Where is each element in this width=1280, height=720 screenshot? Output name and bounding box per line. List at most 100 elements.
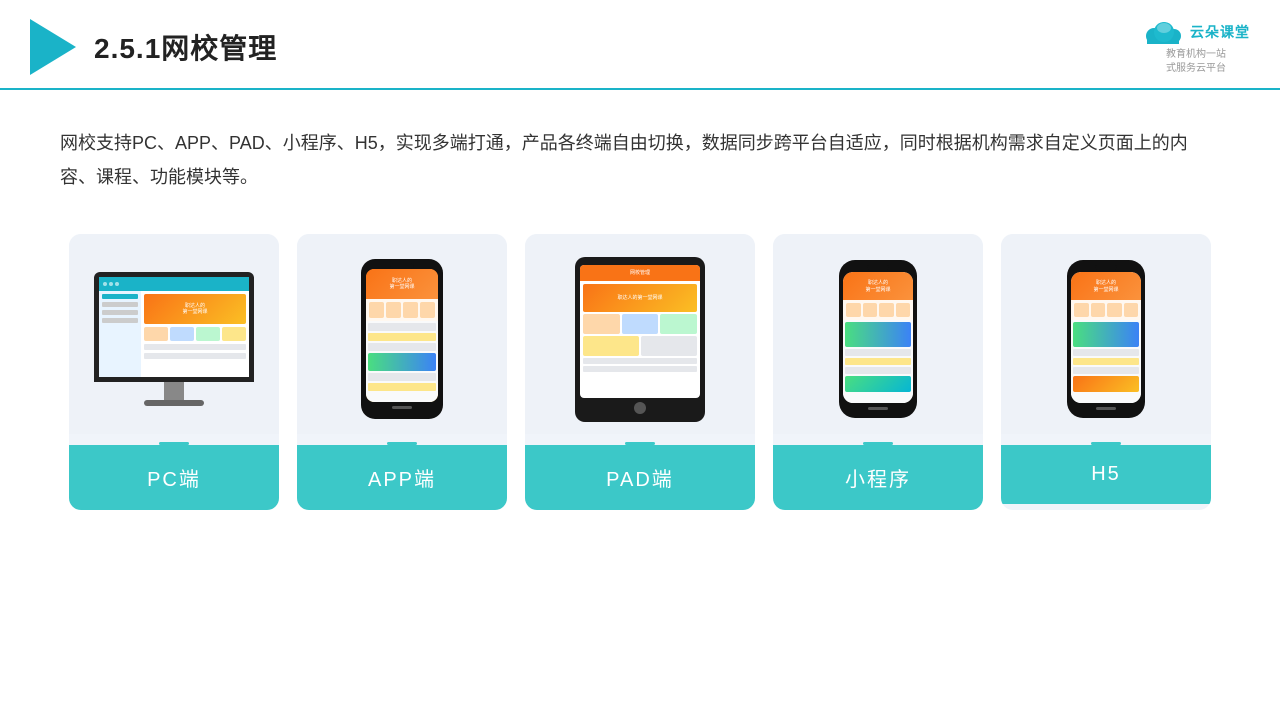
card-app-label: APP端 (297, 445, 507, 510)
mini-header: 职达人的第一堂网课 (843, 272, 913, 300)
h5-notch (1095, 265, 1117, 270)
card-h5: 职达人的第一堂网课 (1001, 234, 1211, 510)
logo-area: 云朵课堂 教育机构一站 式服务云平台 (1142, 18, 1250, 76)
phone-icons-row (366, 299, 438, 321)
screen-right: 职达人的第一堂网课 (141, 291, 249, 377)
logo-text: 云朵课堂 (1190, 22, 1250, 42)
screen-left (99, 291, 141, 377)
mini-banner (845, 322, 911, 347)
h5-icon4 (1124, 303, 1139, 317)
card-pc: 职达人的第一堂网课 (69, 234, 279, 510)
h5-icon3 (1107, 303, 1122, 317)
dot2 (109, 282, 113, 286)
app-phone: 职达人的第一堂网课 (361, 259, 443, 419)
monitor-base (144, 400, 204, 406)
icon-b2 (170, 327, 194, 341)
card-h5-image: 职达人的第一堂网课 (1001, 234, 1211, 434)
h5-icon2 (1091, 303, 1106, 317)
tablet-content: 职达人的第一堂网课 (580, 281, 700, 398)
mini-header-text: 职达人的第一堂网课 (865, 279, 890, 293)
dot1 (103, 282, 107, 286)
h5-home (1096, 407, 1116, 410)
tablet-top-text: 网校管理 (630, 269, 650, 276)
mini-icons (843, 300, 913, 320)
card-pc-image: 职达人的第一堂网课 (69, 234, 279, 434)
phone-icon-box4 (420, 302, 435, 318)
nav-item3 (102, 310, 138, 315)
h5-phone: 职达人的第一堂网课 (1067, 260, 1145, 418)
tb4 (583, 336, 639, 356)
nav-item4 (102, 318, 138, 323)
mini-row1 (845, 349, 911, 356)
phone-row4 (368, 373, 436, 381)
monitor-screen: 职达人的第一堂网课 (99, 277, 249, 377)
header: 2.5.1网校管理 云朵课堂 教育机构一站 式服务云平台 (0, 0, 1280, 90)
monitor-body: 职达人的第一堂网课 (94, 272, 254, 382)
h5-header: 职达人的第一堂网课 (1071, 272, 1141, 300)
card-h5-label: H5 (1001, 445, 1211, 504)
mini-card (845, 376, 911, 392)
h5-header-text: 职达人的第一堂网课 (1093, 279, 1118, 293)
screen-content-area: 职达人的第一堂网课 (99, 291, 249, 377)
tablet-top-bar: 网校管理 (580, 265, 700, 281)
h5-card (1073, 376, 1139, 392)
screen-top-bar (99, 277, 249, 291)
tb2 (622, 314, 659, 334)
mini-screen: 职达人的第一堂网课 (843, 272, 913, 403)
phone-row5 (368, 383, 436, 391)
card-mini-label: 小程序 (773, 445, 983, 510)
phone-notch (390, 263, 414, 269)
phone-home-btn (392, 406, 412, 409)
dot3 (115, 282, 119, 286)
icon-b3 (196, 327, 220, 341)
mini-icon1 (846, 303, 861, 317)
banner-text: 职达人的第一堂网课 (182, 303, 207, 316)
tablet-row1 (583, 314, 697, 334)
cards-container: 职达人的第一堂网课 (0, 214, 1280, 540)
card-pad-label: PAD端 (525, 445, 755, 510)
phone-top-text: 职达人的第一堂网课 (389, 278, 414, 291)
page-title: 2.5.1网校管理 (94, 27, 277, 67)
tablet-row4 (583, 366, 697, 372)
mini-home (868, 407, 888, 410)
cloud-logo-icon (1142, 18, 1184, 46)
logo-cloud: 云朵课堂 (1142, 18, 1250, 46)
phone-icon-box1 (369, 302, 384, 318)
phone-icon-box2 (386, 302, 401, 318)
mini-phone: 职达人的第一堂网课 (839, 260, 917, 418)
tablet-screen: 网校管理 职达人的第一堂网课 (580, 265, 700, 398)
h5-screen: 职达人的第一堂网课 (1071, 272, 1141, 403)
phone-screen-inner: 职达人的第一堂网课 (366, 269, 438, 402)
logo-subtitle: 教育机构一站 式服务云平台 (1166, 48, 1226, 76)
tb1 (583, 314, 620, 334)
h5-row3 (1073, 367, 1139, 374)
h5-icon1 (1074, 303, 1089, 317)
card-pc-label: PC端 (69, 445, 279, 510)
phone-content-area (366, 321, 438, 402)
mini-icon4 (896, 303, 911, 317)
icon-b1 (144, 327, 168, 341)
phone-icon-box3 (403, 302, 418, 318)
content-row2 (144, 353, 246, 359)
tablet-row3 (583, 358, 697, 364)
h5-banner (1073, 322, 1139, 347)
description-text: 网校支持PC、APP、PAD、小程序、H5，实现多端打通，产品各终端自由切换，数… (60, 126, 1220, 194)
mini-icon2 (863, 303, 878, 317)
tablet-home-btn (634, 402, 646, 414)
mini-notch (867, 265, 889, 270)
phone-screen: 职达人的第一堂网课 (366, 269, 438, 402)
content-row1 (144, 344, 246, 350)
mini-content (843, 320, 913, 403)
phone-banner (368, 353, 436, 371)
phone-row1 (368, 323, 436, 331)
pad-tablet: 网校管理 职达人的第一堂网课 (575, 257, 705, 422)
card-app: 职达人的第一堂网课 (297, 234, 507, 510)
card-mini-image: 职达人的第一堂网课 (773, 234, 983, 434)
card-pad: 网校管理 职达人的第一堂网课 (525, 234, 755, 510)
h5-row2 (1073, 358, 1139, 365)
mini-row2 (845, 358, 911, 365)
monitor-stand (164, 382, 184, 400)
pc-monitor: 职达人的第一堂网课 (89, 272, 259, 406)
card-mini: 职达人的第一堂网课 (773, 234, 983, 510)
tablet-row2 (583, 336, 697, 356)
